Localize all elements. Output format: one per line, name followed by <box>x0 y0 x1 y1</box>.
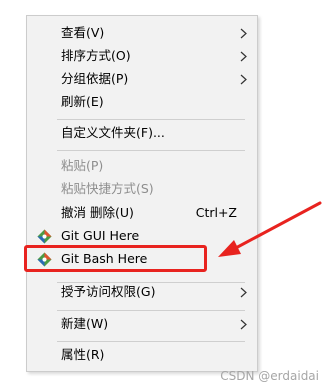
chevron-right-icon <box>240 319 247 330</box>
menu-separator <box>57 150 245 151</box>
menu-item-label: 授予访问权限(G) <box>61 284 156 299</box>
menu-item-label: 自定义文件夹(F)... <box>61 125 165 140</box>
menu-item-label: Git GUI Here <box>61 228 140 243</box>
git-icon <box>37 229 52 244</box>
context-menu: 查看(V) 排序方式(O) 分组依据(P) 刷新(E) 自定义文件夹(F)...… <box>26 15 258 372</box>
menu-item-paste: 粘贴(P) <box>27 155 257 177</box>
menu-item-sort-by[interactable]: 排序方式(O) <box>27 45 257 67</box>
menu-item-label: 刷新(E) <box>61 94 104 109</box>
menu-item-label: 粘贴(P) <box>61 158 104 173</box>
menu-item-customize-folder[interactable]: 自定义文件夹(F)... <box>27 122 257 144</box>
menu-item-new[interactable]: 新建(W) <box>27 313 257 335</box>
menu-item-properties[interactable]: 属性(R) <box>27 344 257 366</box>
menu-item-label: 新建(W) <box>61 316 109 331</box>
menu-item-label: 撤消 删除(U) <box>61 205 134 220</box>
menu-separator <box>57 341 245 342</box>
menu-item-label: 排序方式(O) <box>61 48 131 63</box>
menu-item-grant-access[interactable]: 授予访问权限(G) <box>27 281 257 303</box>
menu-item-label: 查看(V) <box>61 25 105 40</box>
chevron-right-icon <box>240 74 247 85</box>
chevron-right-icon <box>240 51 247 62</box>
menu-item-label: 属性(R) <box>61 347 105 362</box>
menu-item-group-by[interactable]: 分组依据(P) <box>27 68 257 90</box>
menu-item-refresh[interactable]: 刷新(E) <box>27 91 257 113</box>
arrow-annotation-icon <box>218 201 322 257</box>
chevron-right-icon <box>240 287 247 298</box>
menu-item-paste-shortcut: 粘贴快捷方式(S) <box>27 178 257 200</box>
menu-separator <box>57 310 245 311</box>
menu-item-view[interactable]: 查看(V) <box>27 22 257 44</box>
menu-item-label: 粘贴快捷方式(S) <box>61 181 154 196</box>
highlight-box <box>24 245 207 272</box>
watermark: CSDN @erdaidai <box>220 369 319 383</box>
menu-separator <box>57 119 245 120</box>
chevron-right-icon <box>240 28 247 39</box>
menu-item-label: 分组依据(P) <box>61 71 129 86</box>
